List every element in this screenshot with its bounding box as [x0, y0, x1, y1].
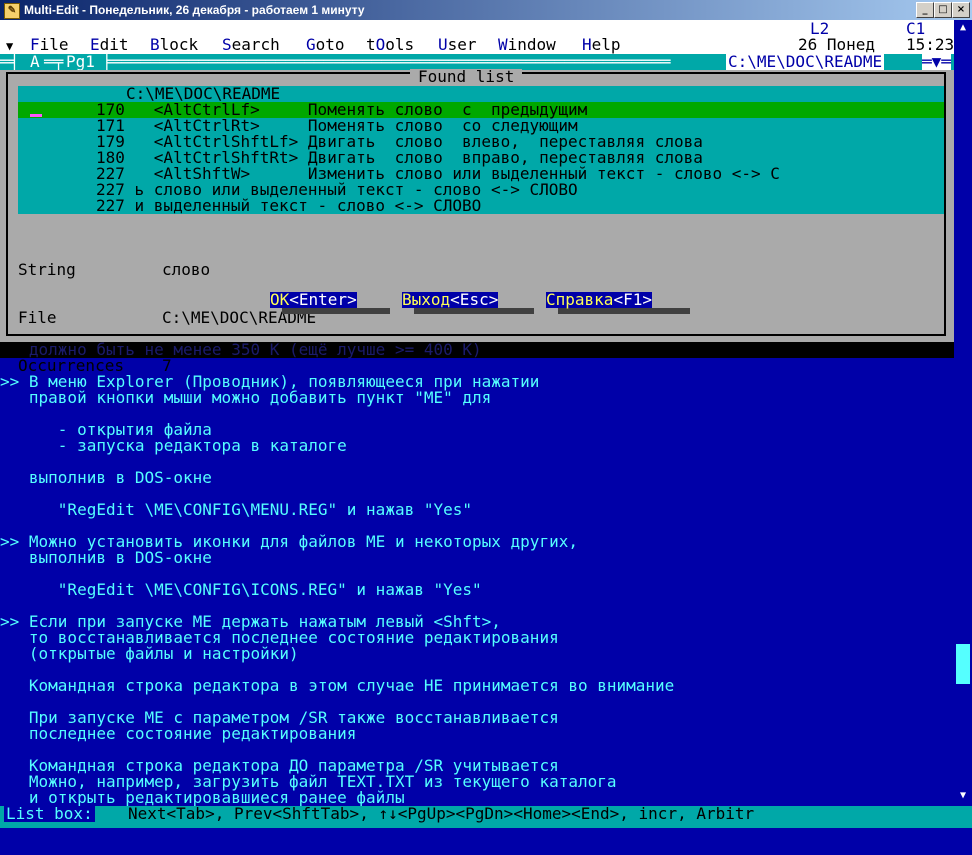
list-cursor-marker: [30, 114, 42, 117]
menu-goto[interactable]: Goto: [306, 37, 345, 53]
menu-help[interactable]: Help: [582, 37, 621, 53]
time-display: 15:23: [906, 35, 955, 54]
help-button[interactable]: Справка<F1>: [546, 292, 652, 308]
editor-line[interactable]: выполнив в DOS-окне: [0, 550, 674, 566]
info-label-string: String: [18, 260, 76, 279]
maximize-button[interactable]: □: [934, 2, 952, 18]
menu-block[interactable]: Block: [150, 37, 198, 53]
scroll-down-arrow-icon[interactable]: ▼: [955, 790, 971, 804]
editor-line[interactable]: - запуска редактора в каталоге: [0, 438, 674, 454]
bottom-help-bar: List box: Next<Tab>, Prev<ShftTab>, ↑↓<P…: [0, 806, 972, 828]
editor-line[interactable]: "RegEdit \ME\CONFIG\ICONS.REG" и нажав "…: [0, 582, 674, 598]
minimize-button[interactable]: _: [916, 2, 934, 18]
status-separator: ═╤: [44, 52, 64, 71]
info-value-occurrences: 7: [162, 356, 172, 375]
scroll-up-arrow-icon[interactable]: ▲: [955, 22, 971, 36]
editor-line[interactable]: "RegEdit \ME\CONFIG\MENU.REG" и нажав "Y…: [0, 502, 674, 518]
date-display: 26 Понед: [798, 35, 876, 54]
window-letter[interactable]: A: [30, 54, 40, 70]
app-icon[interactable]: ✎: [4, 3, 20, 19]
found-list-dialog: Found list C:\ME\DOC\README 170 <AltCtrl…: [0, 69, 954, 374]
page-indicator: Pg1: [66, 52, 95, 71]
list-item[interactable]: 227 и выделенный текст - слово <-> СЛОВО: [18, 198, 944, 214]
editor-line[interactable]: (открытые файлы и настройки): [0, 646, 674, 662]
ok-button[interactable]: OK<Enter>: [270, 292, 357, 308]
menu-user[interactable]: User: [438, 37, 477, 53]
menu-tools[interactable]: tOols: [366, 37, 414, 53]
close-button[interactable]: ×: [952, 2, 970, 18]
dialog-title: Found list: [410, 69, 523, 85]
exit-button[interactable]: Выход<Esc>: [402, 292, 499, 308]
editor-line[interactable]: последнее состояние редактирования: [0, 726, 674, 742]
menu-edit[interactable]: Edit: [90, 37, 129, 53]
menu-window[interactable]: Window: [498, 37, 556, 53]
status-line-fill: ╞═══════════════════════════════════════…: [102, 52, 671, 71]
editor-partial-line: должно быть не менее 350 К (ещё лучше >=…: [0, 342, 954, 358]
found-list-box[interactable]: C:\ME\DOC\README 170 <AltCtrlLf> Поменят…: [18, 86, 944, 214]
status-line-left-border: ═╡: [0, 52, 20, 71]
info-label-occurrences: Occurrences: [18, 356, 124, 375]
bottom-bar-label: List box:: [4, 804, 95, 823]
editor-line[interactable]: Командная строка редактора в этом случае…: [0, 678, 674, 694]
vertical-scrollbar[interactable]: ▲ ▼: [954, 20, 972, 806]
info-label-file: File: [18, 308, 57, 327]
menu-file[interactable]: File: [30, 37, 69, 53]
editor-line[interactable]: выполнив в DOS-окне: [0, 470, 674, 486]
menu-search[interactable]: Search: [222, 37, 280, 53]
editor-text[interactable]: >> В меню Explorer (Проводник), появляющ…: [0, 358, 674, 806]
window-titlebar[interactable]: ✎ Multi-Edit - Понедельник, 26 декабря -…: [0, 0, 972, 20]
info-value-string: слово: [162, 260, 211, 279]
info-values: слово C:\ME\DOC\README 7: [162, 230, 316, 406]
bottom-bar-hint: Next<Tab>, Prev<ShftTab>, ↑↓<PgUp><PgDn>…: [128, 804, 755, 823]
file-path: C:\ME\DOC\README: [726, 52, 885, 71]
info-labels: String File Occurrences: [18, 230, 124, 406]
scrollbar-thumb[interactable]: [956, 644, 970, 684]
window-title: Multi-Edit - Понедельник, 26 декабря - р…: [24, 3, 365, 17]
window-size-arrows-icon[interactable]: ═▼═: [922, 54, 951, 70]
menu-bar: ▼ File Edit Block Search Goto tOols User…: [0, 20, 954, 54]
